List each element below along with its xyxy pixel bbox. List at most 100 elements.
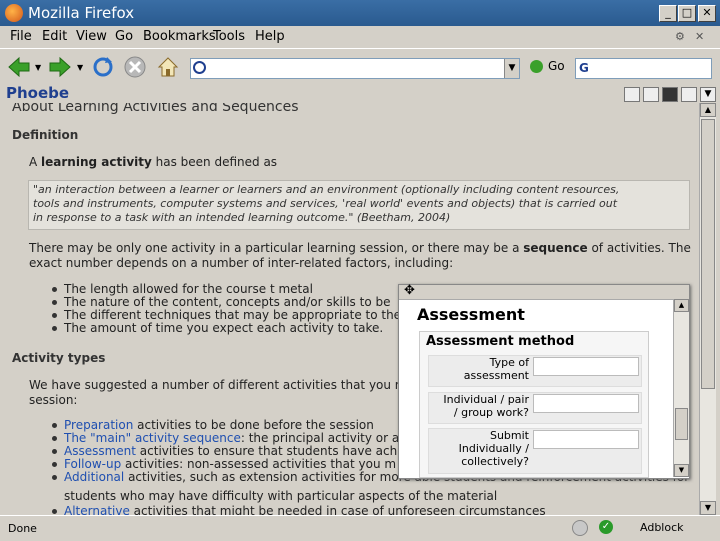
section-heading: Assessment method [426, 334, 575, 349]
popup-scroll-thumb[interactable] [675, 408, 688, 440]
definition-text: A [29, 155, 42, 169]
page-scrollbar[interactable]: ▲ ▼ [699, 103, 716, 515]
label-line: Individual / pair [443, 393, 529, 406]
activity-types-list-more: Alternative activities that might be nee… [50, 505, 546, 515]
popup-scroll-down-icon[interactable]: ▼ [674, 464, 689, 477]
maximize-button[interactable]: □ [678, 5, 696, 22]
window-icon[interactable] [681, 87, 697, 102]
search-engine-icon[interactable]: G [579, 61, 589, 75]
types-intro-cont: session: [29, 393, 78, 407]
work-type-field[interactable] [533, 394, 639, 413]
additional-link[interactable]: Additional [64, 470, 124, 484]
close-button[interactable]: ✕ [698, 5, 716, 22]
definition-term: learning activity [41, 155, 152, 169]
form-row: Individual / pair / group work? [428, 392, 642, 424]
list-text-continuation: students who may have difficulty with pa… [64, 489, 498, 503]
menu-bar: File Edit View Go Bookmarks Tools Help ⚙… [0, 26, 720, 48]
quote-line: tools and instruments, computer systems … [33, 197, 618, 210]
menu-help[interactable]: Help [255, 29, 285, 44]
firefox-logo-icon [5, 4, 23, 22]
paragraph-text: There may be only one activity in a part… [29, 241, 524, 255]
form-row: Type of assessment [428, 355, 642, 387]
forward-dropdown-icon[interactable]: ▼ [77, 63, 83, 72]
assessment-method-section: Assessment method Type of assessment Ind… [419, 331, 649, 478]
scroll-down-icon[interactable]: ▼ [700, 501, 716, 515]
definition-heading: Definition [12, 128, 79, 142]
list-item: The amount of time you expect each activ… [50, 322, 401, 335]
field-label: Individual / pair / group work? [431, 393, 529, 419]
label-line: Submit [489, 429, 529, 442]
definition-intro: A learning activity has been defined as [29, 155, 277, 169]
layout-icon[interactable] [662, 87, 678, 102]
adblock-label[interactable]: Adblock [640, 521, 684, 534]
definition-quote: "an interaction between a learner or lea… [28, 180, 690, 230]
preparation-link[interactable]: Preparation [64, 418, 133, 432]
site-favicon-icon [193, 61, 206, 74]
menu-edit[interactable]: Edit [42, 29, 67, 44]
label-line: collectively? [461, 455, 529, 468]
assessment-popup: ✥ Assessment Assessment method Type of a… [398, 283, 690, 479]
activity-types-heading: Activity types [12, 351, 106, 365]
check-icon[interactable]: ✓ [599, 520, 613, 534]
list-text: activities that might be needed in case … [129, 504, 546, 516]
go-button[interactable]: Go [548, 59, 565, 73]
collapse-icon[interactable]: ▼ [700, 87, 716, 102]
scroll-thumb[interactable] [701, 119, 715, 389]
paragraph: There may be only one activity in a part… [29, 241, 691, 255]
menu-tools[interactable]: Tools [213, 29, 245, 44]
back-icon[interactable] [7, 55, 31, 79]
move-icon[interactable]: ✥ [404, 283, 415, 298]
definition-text: has been defined as [151, 155, 278, 169]
field-label: Type of assessment [431, 356, 529, 382]
popup-title: Assessment [417, 305, 525, 324]
popup-header[interactable]: ✥ [399, 283, 689, 300]
window-titlebar: Mozilla Firefox _ □ ✕ [0, 0, 720, 26]
main-sequence-link[interactable]: The "main" activity sequence [64, 431, 241, 445]
form-row: Submit Individually / collectively? [428, 428, 642, 474]
forward-icon[interactable] [48, 55, 72, 79]
label-line: assessment [463, 369, 529, 382]
quote-line: "an interaction between a learner or lea… [33, 183, 620, 196]
reload-icon[interactable] [91, 55, 115, 79]
list-text: activities: non-assessed activities that… [121, 457, 397, 471]
go-icon[interactable] [530, 60, 543, 73]
assessment-link[interactable]: Assessment [64, 444, 136, 458]
stop-icon[interactable] [123, 55, 147, 79]
label-line: Individually / [458, 442, 529, 455]
quote-line: in response to a task with an intended l… [33, 211, 451, 224]
alternative-link[interactable]: Alternative [64, 504, 130, 516]
print-icon[interactable] [624, 87, 640, 102]
minimize-button[interactable]: _ [659, 5, 677, 22]
window-title: Mozilla Firefox [28, 4, 135, 22]
menu-view[interactable]: View [76, 29, 107, 44]
popup-scroll-up-icon[interactable]: ▲ [674, 299, 689, 312]
navigation-toolbar: ▼ ▼ ▼ Go G [0, 48, 720, 86]
search-input[interactable]: G [575, 58, 712, 79]
list-text: activities to be done before the session [133, 418, 374, 432]
site-header: Phoebe ▼ [0, 84, 720, 103]
field-label: Submit Individually / collectively? [431, 429, 529, 468]
status-bar: Done ✓ Adblock [0, 515, 720, 541]
url-input[interactable]: ▼ [190, 58, 520, 79]
status-text: Done [8, 522, 37, 535]
sequence-term: sequence [523, 241, 588, 255]
assessment-type-field[interactable] [533, 357, 639, 376]
menu-file[interactable]: File [10, 29, 32, 44]
menu-go[interactable]: Go [115, 29, 133, 44]
url-dropdown-icon[interactable]: ▼ [504, 59, 519, 78]
connection-icon [572, 520, 588, 536]
document-icon[interactable] [643, 87, 659, 102]
toolbar-close-icon[interactable]: ✕ [695, 30, 704, 43]
popup-scrollbar[interactable]: ▲ ▼ [673, 299, 689, 477]
list-text: : the principal activity or a [240, 431, 400, 445]
back-dropdown-icon[interactable]: ▼ [35, 63, 41, 72]
page-heading: About Learning Activities and Sequences [12, 103, 299, 115]
home-icon[interactable] [156, 55, 180, 79]
throbber-icon: ⚙ [675, 30, 685, 43]
paragraph-line: exact number depends on a number of inte… [29, 256, 454, 270]
submit-mode-field[interactable] [533, 430, 639, 449]
list-text: activities to ensure that students have … [135, 444, 398, 458]
menu-bookmarks[interactable]: Bookmarks [143, 29, 216, 44]
follow-up-link[interactable]: Follow-up [64, 457, 121, 471]
scroll-up-icon[interactable]: ▲ [700, 103, 716, 117]
